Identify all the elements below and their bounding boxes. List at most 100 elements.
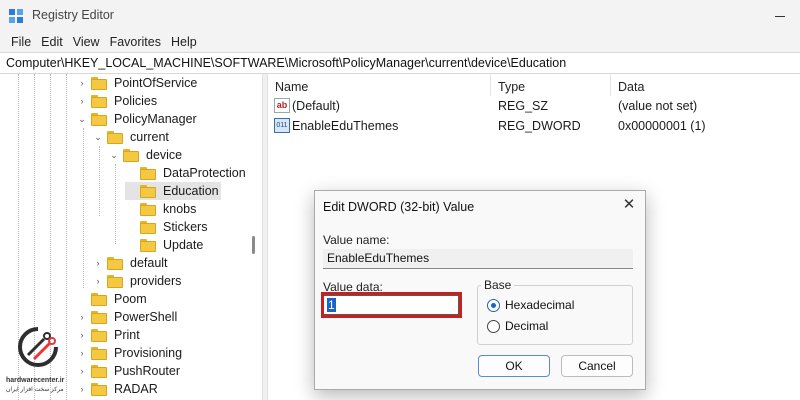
tree-guide [83,128,84,288]
tree-item-label: Print [114,328,140,342]
tree-item-label: current [130,130,169,144]
tree-item[interactable]: Update [125,236,205,254]
watermark-domain: hardwarecenter.ir [6,377,65,384]
value-row[interactable]: ab (Default) REG_SZ (value not set) [268,96,800,116]
menu-favorites[interactable]: Favorites [105,35,166,49]
tree-item[interactable]: ⌄ PolicyManager [76,110,199,128]
watermark-text: hardwarecenter.ir مرکز سخت افزار ایران [6,377,64,393]
folder-icon [140,166,156,180]
base-group [477,285,633,345]
tree-item[interactable]: ⌄ device [108,146,184,164]
chevron-right-icon[interactable]: › [76,365,88,377]
tree-item-label: device [146,148,183,162]
tree-item[interactable]: › RADAR [76,380,160,398]
radio-hexadecimal[interactable]: Hexadecimal [487,298,574,312]
folder-icon [107,256,123,270]
minimize-button[interactable] [768,6,792,26]
column-data-header[interactable]: Data [618,80,644,94]
tree-item[interactable]: › PushRouter [76,362,182,380]
chevron-right-icon[interactable]: › [76,311,88,323]
tree-item[interactable]: › Print [76,326,142,344]
title-bar: Registry Editor [0,0,800,32]
close-icon: ✕ [622,196,636,213]
ok-button[interactable]: OK [478,355,550,377]
folder-icon [91,310,107,324]
tree-scrollbar[interactable] [252,236,255,254]
column-name-header[interactable]: Name [275,80,308,94]
tree-item[interactable]: › PointOfService [76,74,199,92]
folder-icon [91,328,107,342]
base-group-label: Base [481,278,515,292]
value-row[interactable]: 011 EnableEduThemes REG_DWORD 0x00000001… [268,116,800,136]
value-name: (Default) [292,99,340,113]
tree-item-label: Education [163,184,219,198]
folder-icon [91,292,107,306]
menu-view[interactable]: View [68,35,105,49]
tree-item[interactable]: › Provisioning [76,344,184,362]
chevron-down-icon[interactable]: ⌄ [92,131,104,143]
chevron-right-icon[interactable]: › [76,329,88,341]
watermark: hardwarecenter.ir مرکز سخت افزار ایران [6,325,72,395]
column-separator[interactable] [610,74,611,96]
tree-item[interactable]: DataProtection [125,164,248,182]
folder-icon [107,274,123,288]
tree-item-label: Poom [114,292,147,306]
tree-item-label: Provisioning [114,346,183,360]
chevron-right-icon[interactable]: › [92,257,104,269]
window-title: Registry Editor [32,8,114,22]
menu-file[interactable]: File [6,35,36,49]
menu-help[interactable]: Help [166,35,202,49]
value-name: EnableEduThemes [292,119,399,133]
tree-item[interactable]: Poom [76,290,149,308]
tree-item[interactable]: Stickers [125,218,209,236]
tree-item[interactable]: › default [92,254,170,272]
folder-icon [91,94,107,108]
edit-dword-dialog: Edit DWORD (32-bit) Value ✕ Value name: … [314,190,646,390]
column-type-header[interactable]: Type [498,80,525,94]
chevron-down-icon[interactable]: ⌄ [108,149,120,161]
tree-item-label: PushRouter [114,364,181,378]
folder-icon [107,130,123,144]
address-bar[interactable]: Computer\HKEY_LOCAL_MACHINE\SOFTWARE\Mic… [0,52,800,74]
string-value-icon: ab [274,98,290,113]
radio-decimal-label: Decimal [505,319,549,333]
tree-item[interactable]: ⌄ current [92,128,171,146]
tree-item[interactable]: knobs [125,200,198,218]
folder-icon [140,220,156,234]
tree-item-label: providers [130,274,182,288]
value-name-label: Value name: [323,233,390,247]
folder-icon [91,76,107,90]
tree-item-label: knobs [163,202,197,216]
dialog-title: Edit DWORD (32-bit) Value [323,200,475,214]
cancel-button[interactable]: Cancel [561,355,633,377]
value-name-field: EnableEduThemes [323,249,633,269]
menu-edit[interactable]: Edit [36,35,68,49]
chevron-right-icon[interactable]: › [76,95,88,107]
chevron-right-icon[interactable]: › [76,347,88,359]
tree-item-label: RADAR [114,382,158,396]
folder-icon [91,382,107,396]
tree-item[interactable]: Education [125,182,221,200]
folder-icon [140,238,156,252]
tree-item[interactable]: › PowerShell [76,308,179,326]
folder-icon [123,148,139,162]
chevron-down-icon[interactable]: ⌄ [76,113,88,125]
chevron-right-icon[interactable]: › [76,383,88,395]
tree-item[interactable]: › Policies [76,92,159,110]
value-type: REG_SZ [498,99,549,113]
chevron-right-icon[interactable]: › [76,77,88,89]
tree-guide [115,164,116,244]
radio-decimal[interactable]: Decimal [487,319,548,333]
tree-item-label: DataProtection [163,166,246,180]
column-separator[interactable] [490,74,491,96]
tree-item-label: Stickers [163,220,208,234]
close-button[interactable]: ✕ [621,197,637,213]
circuit-logo-icon [18,327,58,367]
tree-item-label: PointOfService [114,76,198,90]
chevron-right-icon[interactable]: › [92,275,104,287]
tree-item[interactable]: › providers [92,272,183,290]
folder-icon [140,202,156,216]
